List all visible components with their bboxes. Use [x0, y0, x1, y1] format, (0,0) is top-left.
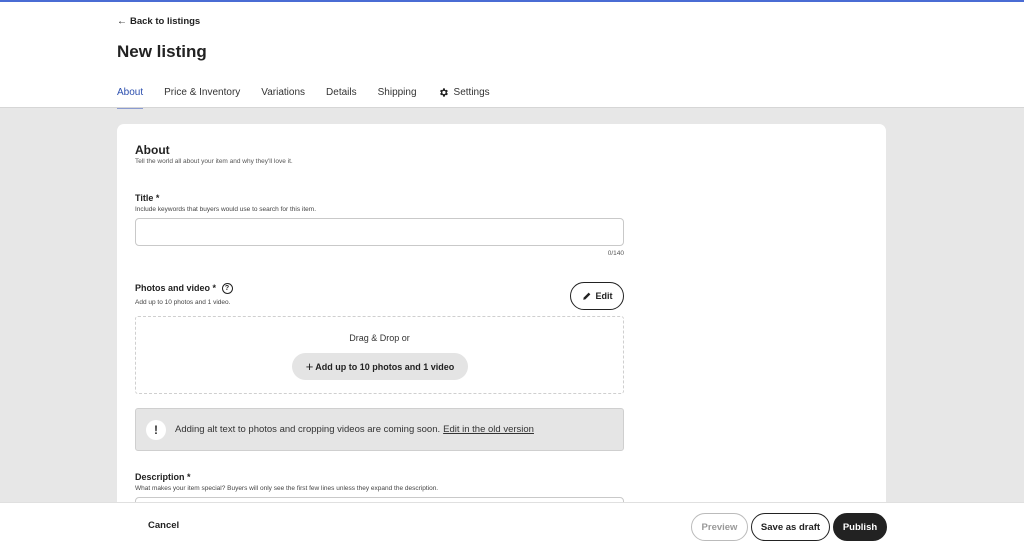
help-icon[interactable]: ? — [221, 283, 233, 295]
edit-old-version-link[interactable]: Edit in the old version — [443, 424, 534, 435]
required-mark: * — [187, 472, 191, 482]
tab-label: Shipping — [377, 87, 417, 98]
tab-settings[interactable]: Settings — [438, 86, 490, 107]
description-label-text: Description — [135, 472, 185, 482]
cancel-button[interactable]: Cancel — [138, 513, 189, 537]
required-mark: * — [155, 193, 160, 203]
title-label-text: Title — [135, 193, 154, 203]
info-notice: ! Adding alt text to photos and cropping… — [135, 408, 624, 451]
footer-bar: Cancel Preview Save as draft Publish — [0, 502, 1024, 545]
about-card: About Tell the world all about your item… — [117, 124, 886, 527]
alert-icon: ! — [146, 419, 166, 440]
dropzone-text: Drag & Drop or — [349, 333, 410, 343]
tab-about[interactable]: About — [117, 87, 144, 109]
section-title: About — [135, 143, 170, 157]
title-char-count: 0/140 — [607, 250, 624, 257]
pencil-icon — [582, 292, 590, 300]
tab-variations[interactable]: Variations — [261, 87, 305, 107]
description-help: What makes your item special? Buyers wil… — [135, 485, 439, 492]
photo-dropzone[interactable]: Drag & Drop or + Add up to 10 photos and… — [135, 316, 624, 394]
plus-icon: + — [305, 359, 314, 374]
description-label: Description * — [135, 472, 191, 482]
add-photos-button[interactable]: + Add up to 10 photos and 1 video — [292, 353, 468, 380]
tab-shipping[interactable]: Shipping — [378, 87, 417, 107]
edit-label: Edit — [595, 291, 613, 301]
gear-icon — [439, 87, 448, 97]
tab-price-inventory[interactable]: Price & Inventory — [164, 87, 240, 107]
photos-help: Add up to 10 photos and 1 video. — [135, 299, 231, 306]
title-label: Title * — [135, 193, 159, 203]
tab-details[interactable]: Details — [326, 87, 357, 107]
add-photos-label: Add up to 10 photos and 1 video — [315, 361, 455, 372]
tab-label: Details — [326, 87, 357, 98]
back-to-listings-link[interactable]: ← Back to listings — [117, 16, 200, 27]
tab-label: About — [117, 87, 144, 98]
preview-button[interactable]: Preview — [691, 513, 748, 541]
tab-label: Settings — [453, 86, 490, 98]
title-help: Include keywords that buyers would use t… — [135, 206, 317, 213]
title-input[interactable] — [135, 218, 624, 246]
tab-bar: About Price & Inventory Variations Detai… — [117, 86, 490, 109]
page-header: ← Back to listings New listing About Pri… — [0, 2, 1024, 109]
tab-label: Variations — [261, 87, 306, 98]
notice-text: Adding alt text to photos and cropping v… — [175, 424, 441, 435]
photos-label-text: Photos and video — [135, 283, 211, 293]
edit-photos-button[interactable]: Edit — [570, 282, 624, 310]
photos-label: Photos and video * ? — [135, 283, 233, 295]
back-link-label: Back to listings — [130, 16, 201, 27]
save-draft-button[interactable]: Save as draft — [751, 513, 830, 541]
required-mark: * — [212, 283, 217, 293]
page-title: New listing — [117, 42, 207, 61]
section-subtitle: Tell the world all about your item and w… — [135, 158, 293, 165]
tab-label: Price & Inventory — [164, 87, 241, 98]
publish-button[interactable]: Publish — [833, 513, 887, 541]
arrow-left-icon: ← — [117, 16, 127, 27]
